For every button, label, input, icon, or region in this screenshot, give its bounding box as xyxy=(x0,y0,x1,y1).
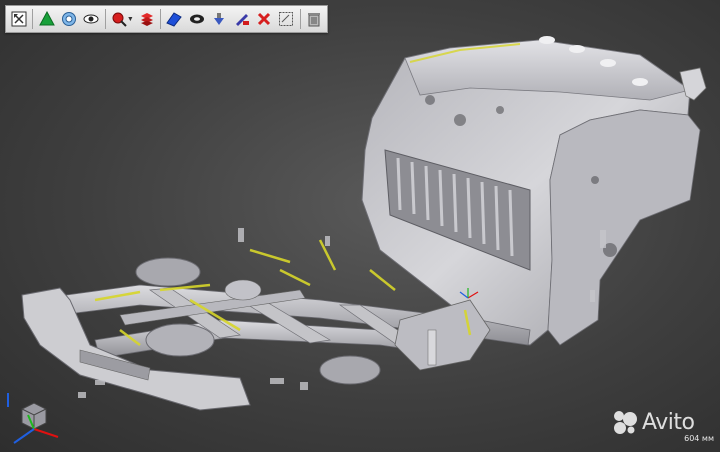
layers-red-icon[interactable] xyxy=(136,8,157,30)
rear-wheel-right xyxy=(145,323,215,357)
chevron-down-icon[interactable]: ▼ xyxy=(127,16,134,23)
avito-logo-icon xyxy=(614,411,637,434)
eye-visibility-icon[interactable] xyxy=(81,8,102,30)
fill-down-icon[interactable] xyxy=(208,8,229,30)
main-toolbar: ▼ xyxy=(5,5,328,33)
blue-cut-plane-icon[interactable] xyxy=(164,8,185,30)
triangle-mesh-icon[interactable] xyxy=(36,8,57,30)
pencil-flag-icon[interactable] xyxy=(231,8,252,30)
toolbar-separator xyxy=(299,9,301,29)
front-wheel xyxy=(319,355,381,385)
toolbar-separator xyxy=(104,9,106,29)
scanned-vehicle-model[interactable] xyxy=(0,0,720,452)
toolbar-separator xyxy=(160,9,162,29)
ring-hole-icon[interactable] xyxy=(186,8,207,30)
red-x-icon[interactable] xyxy=(253,8,274,30)
shock-absorber xyxy=(427,329,437,366)
trash-icon[interactable] xyxy=(303,8,324,30)
avito-watermark: Avito xyxy=(612,408,716,436)
roof-light-3 xyxy=(600,59,616,67)
select-tool-icon[interactable] xyxy=(9,8,30,30)
axis-triad[interactable] xyxy=(0,385,70,452)
x-axis-arrow xyxy=(33,428,59,438)
frame-select-icon[interactable] xyxy=(276,8,297,30)
cab-side xyxy=(547,109,701,346)
3d-viewport[interactable]: ▼ Avito 604 мм xyxy=(0,0,720,452)
z-axis-arrow xyxy=(13,428,35,444)
globe-view-icon[interactable] xyxy=(58,8,79,30)
roof-light-1 xyxy=(539,36,555,44)
front-suspension xyxy=(394,299,491,371)
cab-roof xyxy=(404,39,691,101)
toolbar-separator xyxy=(32,9,34,29)
differential xyxy=(224,279,262,301)
rear-wheel-left xyxy=(135,257,201,287)
watermark-text: Avito xyxy=(642,409,695,435)
roof-light-4 xyxy=(632,78,648,86)
scale-readout: 604 мм xyxy=(684,434,714,443)
roof-light-2 xyxy=(569,45,585,53)
